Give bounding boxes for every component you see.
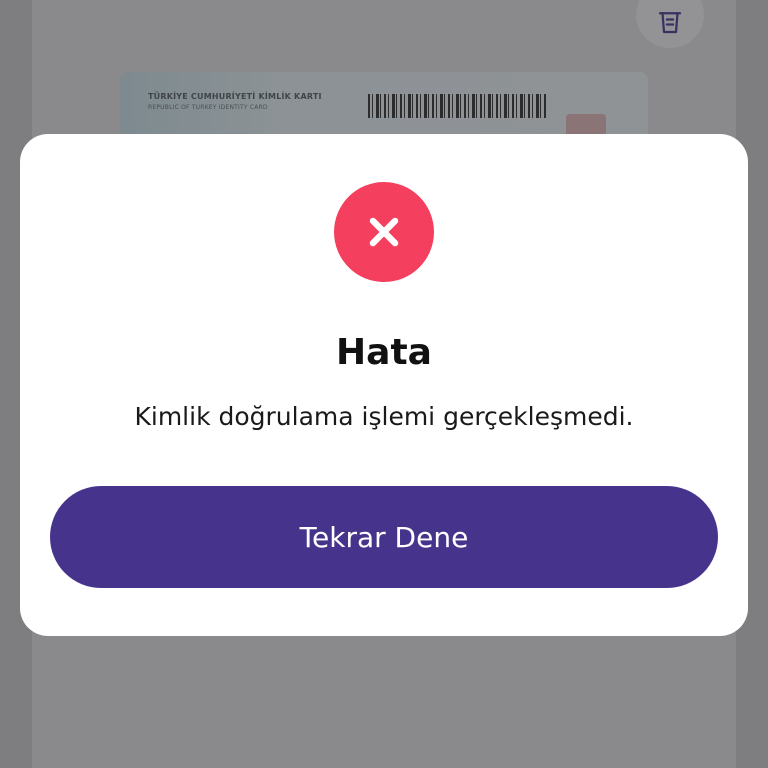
retry-button[interactable]: Tekrar Dene bbox=[50, 486, 718, 588]
close-icon bbox=[369, 217, 399, 247]
id-card-subtitle: REPUBLIC OF TURKEY IDENTITY CARD bbox=[148, 104, 268, 111]
id-card-title: TÜRKİYE CUMHURİYETİ KİMLİK KARTI bbox=[148, 92, 322, 101]
trash-icon bbox=[658, 12, 682, 34]
barcode bbox=[368, 94, 546, 118]
error-dialog: Hata Kimlik doğrulama işlemi gerçekleşme… bbox=[20, 134, 748, 636]
error-badge bbox=[334, 182, 434, 282]
screen: TÜRKİYE CUMHURİYETİ KİMLİK KARTI REPUBLI… bbox=[0, 0, 768, 768]
dialog-title: Hata bbox=[336, 332, 432, 373]
dialog-message: Kimlik doğrulama işlemi gerçekleşmedi. bbox=[134, 402, 634, 431]
